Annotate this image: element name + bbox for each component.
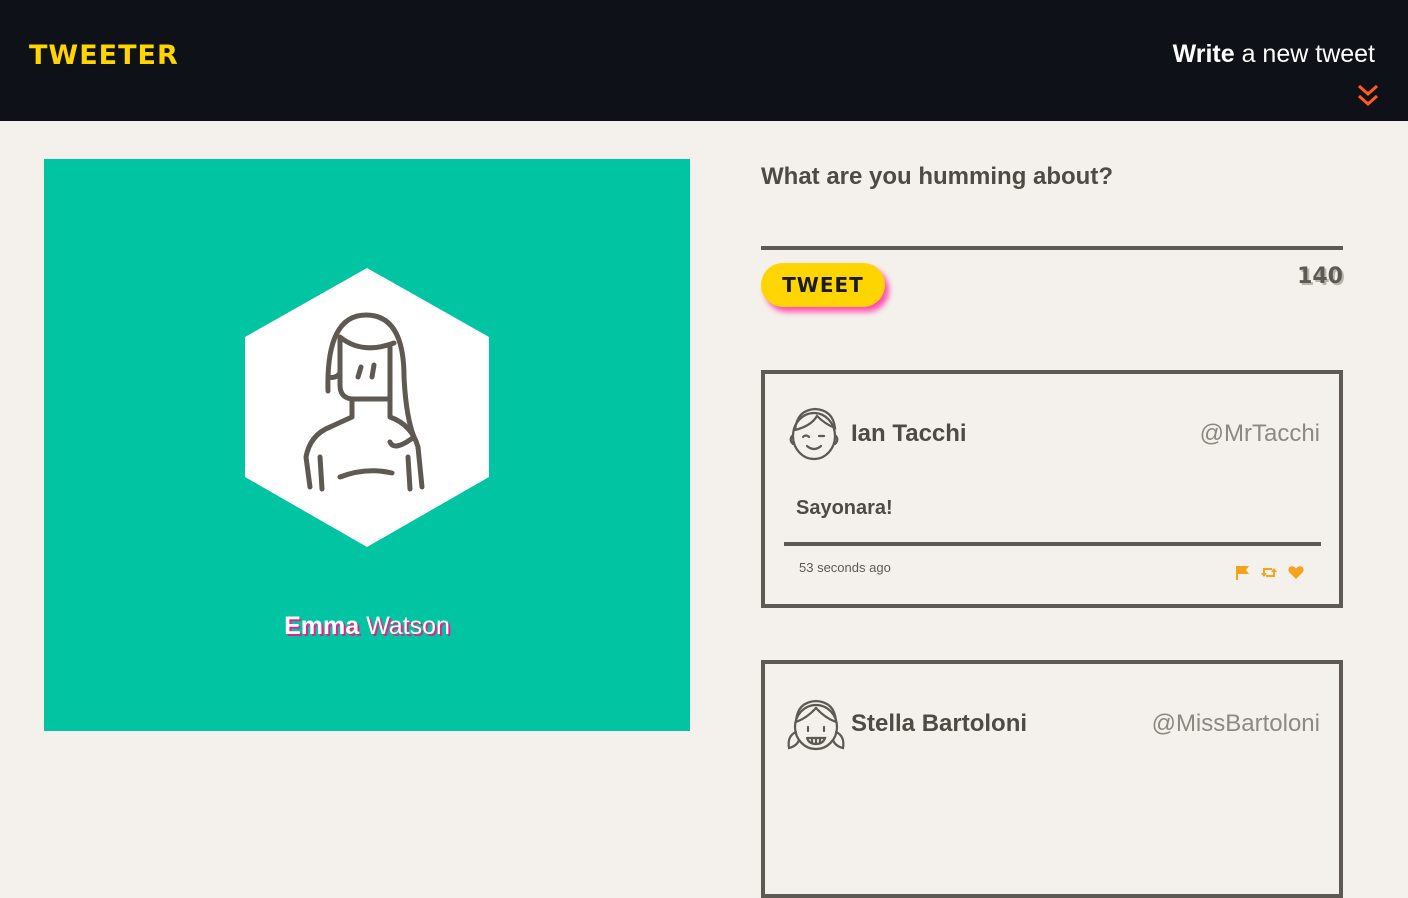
- tweet-text: Sayonara!: [796, 497, 893, 519]
- tweet-author-name[interactable]: Stella Bartoloni: [851, 710, 1027, 738]
- app-logo[interactable]: TWEETER: [29, 40, 179, 71]
- girl-pigtails-avatar-icon: [787, 694, 845, 759]
- profile-card: Emma Watson: [44, 159, 690, 731]
- winking-boy-avatar-icon: [787, 404, 841, 467]
- compose-toggle-label[interactable]: Write a new tweet: [1173, 40, 1375, 69]
- composer-prompt[interactable]: What are you humming about?: [761, 163, 1343, 191]
- retweet-icon[interactable]: [1261, 565, 1277, 585]
- profile-name: Emma Watson: [44, 612, 690, 641]
- profile-last-name: Watson: [359, 612, 450, 640]
- tweet-card: Stella Bartoloni @MissBartoloni: [761, 660, 1343, 898]
- female-avatar-icon: [244, 267, 490, 554]
- tweet-divider: [784, 542, 1321, 546]
- tweet-button[interactable]: TWEET: [761, 263, 885, 307]
- tweet-composer: What are you humming about? TWEET 140: [761, 159, 1343, 307]
- flag-icon[interactable]: [1235, 565, 1250, 585]
- tweet-author-handle[interactable]: @MissBartoloni: [1152, 710, 1320, 738]
- char-counter: 140: [1297, 264, 1343, 289]
- tweet-timestamp: 53 seconds ago: [799, 560, 891, 575]
- compose-toggle-rest: a new tweet: [1234, 40, 1375, 68]
- profile-first-name: Emma: [284, 612, 360, 640]
- tweet-card: Ian Tacchi @MrTacchi Sayonara! 53 second…: [761, 370, 1343, 608]
- chevron-double-down-icon[interactable]: [1271, 80, 1378, 112]
- compose-toggle[interactable]: Write a new tweet: [1173, 40, 1378, 107]
- compose-toggle-bold: Write: [1172, 40, 1235, 68]
- heart-icon[interactable]: [1288, 565, 1304, 585]
- tweet-author-name[interactable]: Ian Tacchi: [851, 420, 967, 448]
- composer-underline: [761, 246, 1343, 250]
- tweet-author-handle[interactable]: @MrTacchi: [1200, 420, 1320, 448]
- tweet-actions: [1235, 565, 1304, 585]
- top-nav: TWEETER Write a new tweet: [0, 0, 1408, 121]
